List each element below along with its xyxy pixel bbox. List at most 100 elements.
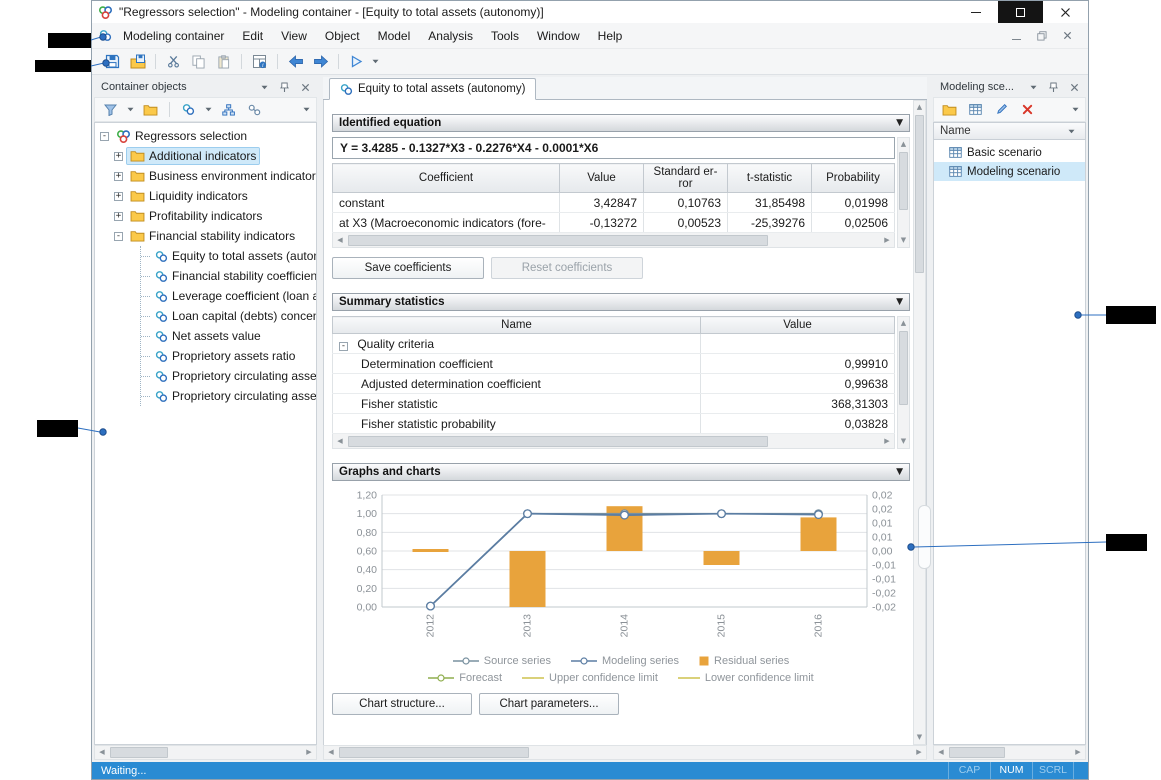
scroll-right-icon[interactable]: ▶ bbox=[880, 234, 894, 247]
scroll-down-icon[interactable]: ▼ bbox=[897, 435, 911, 448]
scroll-thumb[interactable] bbox=[110, 747, 168, 758]
column-header[interactable]: Probability bbox=[812, 164, 895, 193]
model-dropdown-icon[interactable] bbox=[203, 99, 214, 121]
collapse-box-icon[interactable]: - bbox=[339, 342, 348, 351]
scroll-left-icon[interactable]: ◀ bbox=[333, 435, 347, 448]
identified-equation-header[interactable]: Identified equation ▼ bbox=[332, 114, 910, 132]
scroll-down-icon[interactable]: ▼ bbox=[913, 731, 927, 744]
coefficients-hscrollbar[interactable]: ◀ ▶ bbox=[332, 233, 895, 248]
paste-button[interactable] bbox=[212, 51, 235, 73]
statistic-row[interactable]: Fisher statistic368,31303 bbox=[333, 394, 895, 414]
tree-folder[interactable]: +Profitability indicators bbox=[95, 206, 316, 226]
tree-leaf[interactable]: Proprietory circulating assets bbox=[141, 366, 316, 386]
expand-box-icon[interactable]: + bbox=[114, 212, 123, 221]
chart-structure-button[interactable]: Chart structure... bbox=[332, 693, 472, 715]
column-header[interactable]: Name bbox=[333, 317, 701, 334]
right-splitter[interactable] bbox=[927, 77, 933, 760]
statistic-row[interactable]: Adjusted determination coefficient0,9963… bbox=[333, 374, 895, 394]
run-dropdown-icon[interactable] bbox=[370, 51, 381, 73]
panel-dropdown-icon[interactable] bbox=[1070, 99, 1081, 121]
expand-box-icon[interactable]: + bbox=[114, 172, 123, 181]
filter-button[interactable] bbox=[99, 99, 122, 121]
run-button[interactable] bbox=[345, 51, 368, 73]
left-splitter[interactable] bbox=[317, 77, 323, 760]
scenario-item[interactable]: Modeling scenario bbox=[934, 162, 1085, 181]
forward-button[interactable] bbox=[309, 51, 332, 73]
tree-leaf[interactable]: Equity to total assets (autono bbox=[141, 246, 316, 266]
collapse-icon[interactable]: ▼ bbox=[896, 467, 903, 477]
tree-leaf[interactable]: Proprietory circulating assets bbox=[141, 386, 316, 406]
tree-folder[interactable]: +Additional indicators bbox=[95, 146, 316, 166]
scroll-down-icon[interactable]: ▼ bbox=[897, 234, 911, 247]
coefficient-row[interactable]: constant3,428470,1076331,854980,01998 bbox=[333, 193, 895, 213]
mdi-minimize-button[interactable] bbox=[1012, 29, 1021, 43]
coefficients-vscrollbar[interactable]: ▲ ▼ bbox=[897, 137, 910, 248]
scroll-thumb[interactable] bbox=[339, 747, 529, 758]
scroll-thumb[interactable] bbox=[348, 436, 768, 447]
panel-close-icon[interactable] bbox=[297, 83, 314, 92]
column-header[interactable]: Value bbox=[560, 164, 644, 193]
scroll-right-icon[interactable]: ▶ bbox=[1071, 746, 1085, 759]
tree-leaf[interactable]: Leverage coefficient (loan ass bbox=[141, 286, 316, 306]
scroll-right-icon[interactable]: ▶ bbox=[912, 746, 926, 759]
save-all-button[interactable] bbox=[126, 51, 149, 73]
chart-parameters-button[interactable]: Chart parameters... bbox=[479, 693, 619, 715]
pin-icon[interactable] bbox=[276, 82, 293, 93]
folder-button[interactable] bbox=[938, 99, 961, 121]
statistic-row[interactable]: Fisher statistic probability0,03828 bbox=[333, 414, 895, 434]
scroll-thumb[interactable] bbox=[348, 235, 768, 246]
summary-vscrollbar[interactable]: ▲ ▼ bbox=[897, 316, 910, 449]
mdi-restore-button[interactable] bbox=[1037, 31, 1047, 41]
table-button[interactable] bbox=[964, 99, 987, 121]
scroll-left-icon[interactable]: ◀ bbox=[95, 746, 109, 759]
tree-folder[interactable]: +Liquidity indicators bbox=[95, 186, 316, 206]
tree-folder[interactable]: -Financial stability indicators bbox=[95, 226, 316, 246]
tree-root[interactable]: -Regressors selection bbox=[95, 126, 316, 146]
scenario-item[interactable]: Basic scenario bbox=[934, 143, 1085, 162]
menu-window[interactable]: Window bbox=[528, 23, 589, 49]
save-button[interactable] bbox=[101, 51, 124, 73]
filter-dropdown-icon[interactable] bbox=[125, 99, 136, 121]
scroll-thumb[interactable] bbox=[899, 152, 908, 210]
menu-modeling-container[interactable]: Modeling container bbox=[114, 23, 233, 49]
chevron-down-icon[interactable] bbox=[1026, 85, 1041, 90]
scroll-thumb[interactable] bbox=[949, 747, 1005, 758]
scroll-right-icon[interactable]: ▶ bbox=[880, 435, 894, 448]
expand-box-icon[interactable]: + bbox=[114, 152, 123, 161]
mdi-close-button[interactable] bbox=[1063, 31, 1072, 40]
scroll-thumb[interactable] bbox=[899, 331, 908, 405]
name-column-header[interactable]: Name bbox=[933, 122, 1086, 140]
main-vscrollbar[interactable]: ▲ ▼ bbox=[913, 100, 926, 745]
expand-box-icon[interactable]: + bbox=[114, 192, 123, 201]
reset-coefficients-button[interactable]: Reset coefficients bbox=[491, 257, 643, 279]
back-button[interactable] bbox=[284, 51, 307, 73]
tree-leaf[interactable]: Financial stability coefficient bbox=[141, 266, 316, 286]
menu-view[interactable]: View bbox=[272, 23, 316, 49]
column-header[interactable]: Value bbox=[701, 317, 895, 334]
column-header[interactable]: t-statistic bbox=[728, 164, 812, 193]
report-button[interactable]: i bbox=[248, 51, 271, 73]
pin-icon[interactable] bbox=[1045, 82, 1062, 93]
pencil-button[interactable] bbox=[990, 99, 1013, 121]
scroll-left-icon[interactable]: ◀ bbox=[333, 234, 347, 247]
menu-analysis[interactable]: Analysis bbox=[419, 23, 482, 49]
minimize-button[interactable] bbox=[953, 1, 998, 23]
maximize-button[interactable] bbox=[998, 1, 1043, 23]
panel-close-icon[interactable] bbox=[1066, 83, 1083, 92]
collapse-box-icon[interactable]: - bbox=[100, 132, 109, 141]
column-header[interactable]: Coefficient bbox=[333, 164, 560, 193]
close-button[interactable] bbox=[1043, 1, 1088, 23]
scroll-left-icon[interactable]: ◀ bbox=[934, 746, 948, 759]
tree-folder[interactable]: +Business environment indicators bbox=[95, 166, 316, 186]
splitter-grip[interactable] bbox=[918, 505, 931, 569]
right-panel-hscrollbar[interactable]: ◀ ▶ bbox=[933, 745, 1086, 760]
group-row[interactable]: - Quality criteria bbox=[333, 334, 895, 354]
tree-leaf[interactable]: Loan capital (debts) concentra bbox=[141, 306, 316, 326]
copy-button[interactable] bbox=[187, 51, 210, 73]
collapse-icon[interactable]: ▼ bbox=[896, 297, 903, 307]
scroll-up-icon[interactable]: ▲ bbox=[897, 317, 911, 330]
menu-edit[interactable]: Edit bbox=[233, 23, 272, 49]
collapse-icon[interactable]: ▼ bbox=[896, 118, 903, 128]
summary-statistics-header[interactable]: Summary statistics ▼ bbox=[332, 293, 910, 311]
coefficient-row[interactable]: at X3 (Macroeconomic indicators (fore--0… bbox=[333, 213, 895, 233]
